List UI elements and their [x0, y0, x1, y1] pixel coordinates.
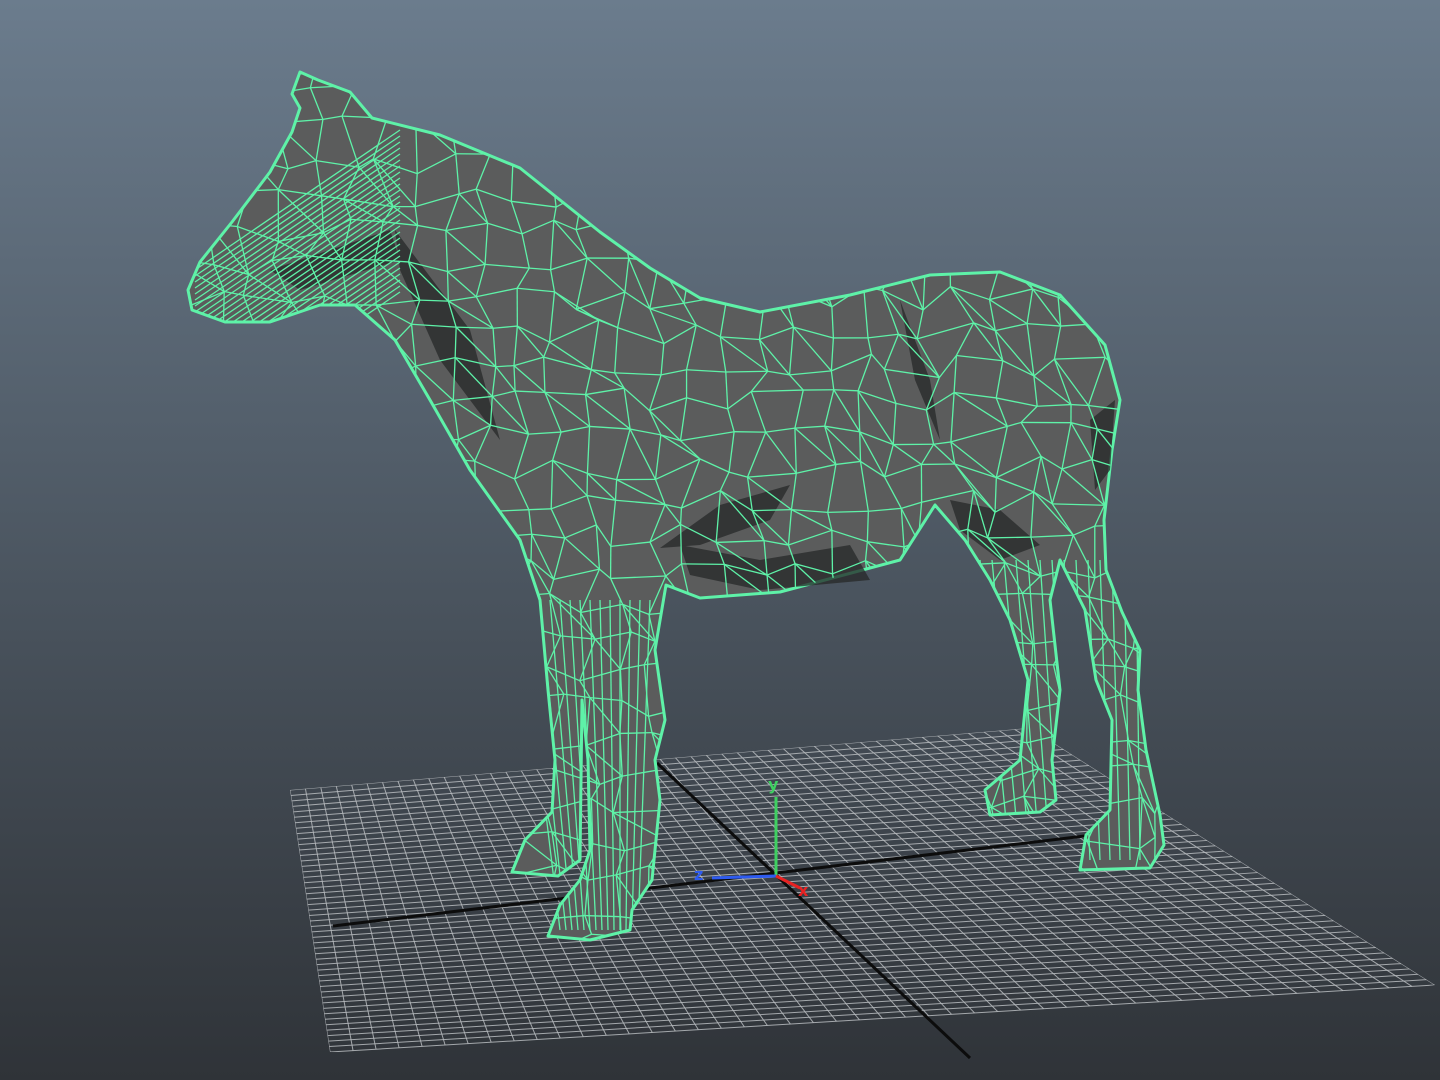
y-axis-label: y [768, 775, 779, 794]
3d-viewport[interactable]: y z x [0, 0, 1440, 1080]
z-axis-label: z [694, 865, 703, 884]
x-axis-label: x [798, 881, 809, 900]
viewport-canvas[interactable]: y z x [0, 0, 1440, 1080]
